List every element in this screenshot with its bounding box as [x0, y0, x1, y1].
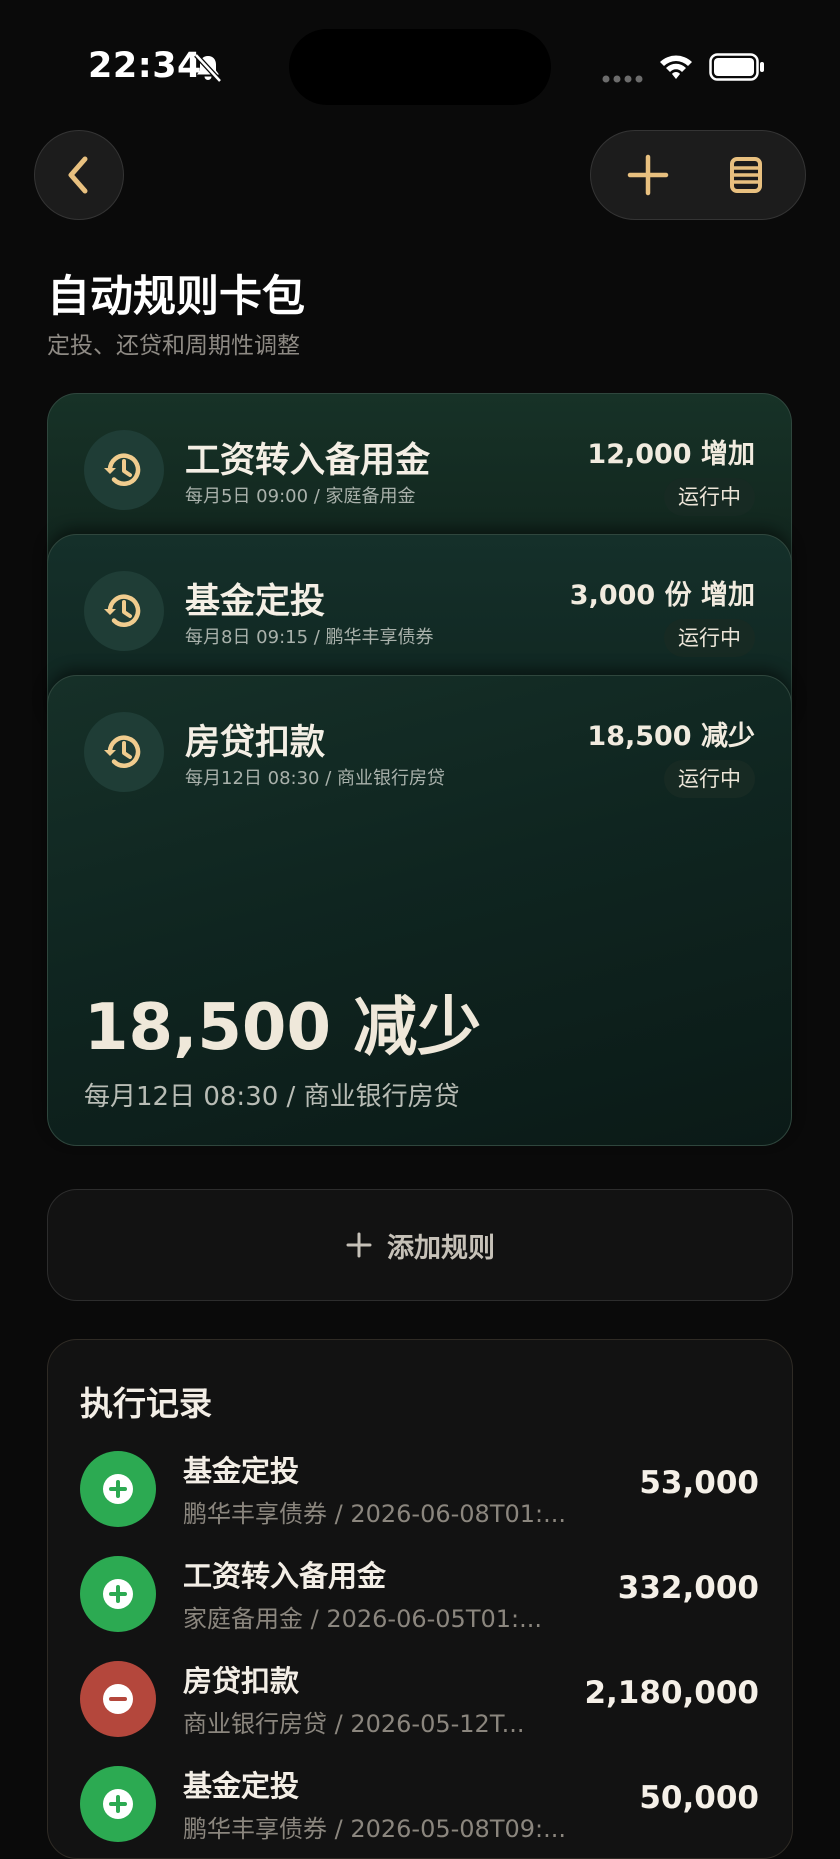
selected-rule-amount: 18,500 减少: [84, 991, 482, 1065]
page-title: 自动规则卡包: [47, 272, 305, 322]
log-row[interactable]: 基金定投 鹏华丰享债券 / 2026-06-08T01:... 53,000: [48, 1446, 792, 1536]
status-badge: 运行中: [664, 478, 755, 516]
plus-icon: [346, 1232, 372, 1258]
plus-circle-icon: [80, 1556, 156, 1632]
rule-amount: 12,000 增加: [587, 439, 755, 470]
log-name: 房贷扣款: [183, 1664, 300, 1698]
log-name: 工资转入备用金: [183, 1559, 387, 1593]
bell-slash-icon: [194, 53, 222, 83]
rule-amount: 3,000 份 增加: [569, 580, 755, 611]
rule-icon: [84, 571, 164, 651]
rule-card-selected[interactable]: 房贷扣款 每月12日 08:30 / 商业银行房贷 18,500 减少 运行中 …: [47, 675, 792, 1146]
list-button[interactable]: [701, 131, 791, 219]
log-name: 基金定投: [183, 1454, 300, 1488]
history-clock-icon: [104, 594, 141, 627]
add-rule-button[interactable]: 添加规则: [47, 1189, 793, 1301]
log-meta: 商业银行房贷 / 2026-05-12T...: [183, 1710, 525, 1738]
selected-rule-meta: 每月12日 08:30 / 商业银行房贷: [84, 1082, 460, 1112]
battery-icon: [709, 53, 764, 81]
rule-name: 工资转入备用金: [185, 441, 431, 481]
dynamic-island: [289, 29, 551, 105]
execution-log: 执行记录 基金定投 鹏华丰享债券 / 2026-06-08T01:... 53,…: [47, 1339, 793, 1859]
plus-circle-icon: [80, 1766, 156, 1842]
header-actions: [590, 130, 806, 220]
log-row[interactable]: 基金定投 鹏华丰享债券 / 2026-05-08T09:... 50,000: [48, 1761, 792, 1851]
add-button[interactable]: [603, 131, 693, 219]
wifi-icon: [660, 55, 692, 79]
plus-icon: [627, 154, 669, 196]
rule-icon: [84, 712, 164, 792]
log-name: 基金定投: [183, 1769, 300, 1803]
back-button[interactable]: [34, 130, 124, 220]
rule-meta: 每月5日 09:00 / 家庭备用金: [185, 486, 416, 507]
log-amount: 50,000: [639, 1780, 759, 1816]
log-row[interactable]: 房贷扣款 商业银行房贷 / 2026-05-12T... 2,180,000: [48, 1656, 792, 1746]
status-badge: 运行中: [664, 619, 755, 657]
rule-amount: 18,500 减少: [587, 721, 755, 752]
list-icon: [730, 157, 762, 193]
log-row[interactable]: 工资转入备用金 家庭备用金 / 2026-06-05T01:... 332,00…: [48, 1551, 792, 1641]
log-amount: 53,000: [639, 1465, 759, 1501]
status-time: 22:34: [88, 46, 202, 86]
rule-meta: 每月12日 08:30 / 商业银行房贷: [185, 768, 446, 789]
page-subtitle: 定投、还贷和周期性调整: [47, 333, 300, 359]
log-amount: 332,000: [617, 1570, 759, 1606]
signal-dots-icon: [602, 75, 643, 83]
add-rule-label: 添加规则: [387, 1232, 495, 1264]
chevron-left-icon: [68, 156, 88, 194]
log-meta: 家庭备用金 / 2026-06-05T01:...: [183, 1605, 542, 1633]
log-title: 执行记录: [80, 1384, 212, 1423]
status-badge: 运行中: [664, 760, 755, 798]
rule-name: 基金定投: [185, 582, 326, 622]
history-clock-icon: [104, 453, 141, 486]
rule-name: 房贷扣款: [185, 723, 326, 763]
rule-icon: [84, 430, 164, 510]
log-amount: 2,180,000: [584, 1675, 759, 1711]
log-meta: 鹏华丰享债券 / 2026-05-08T09:...: [183, 1815, 566, 1843]
log-meta: 鹏华丰享债券 / 2026-06-08T01:...: [183, 1500, 566, 1528]
history-clock-icon: [104, 735, 141, 768]
plus-circle-icon: [80, 1451, 156, 1527]
minus-circle-icon: [80, 1661, 156, 1737]
rule-meta: 每月8日 09:15 / 鹏华丰享债券: [185, 627, 434, 648]
